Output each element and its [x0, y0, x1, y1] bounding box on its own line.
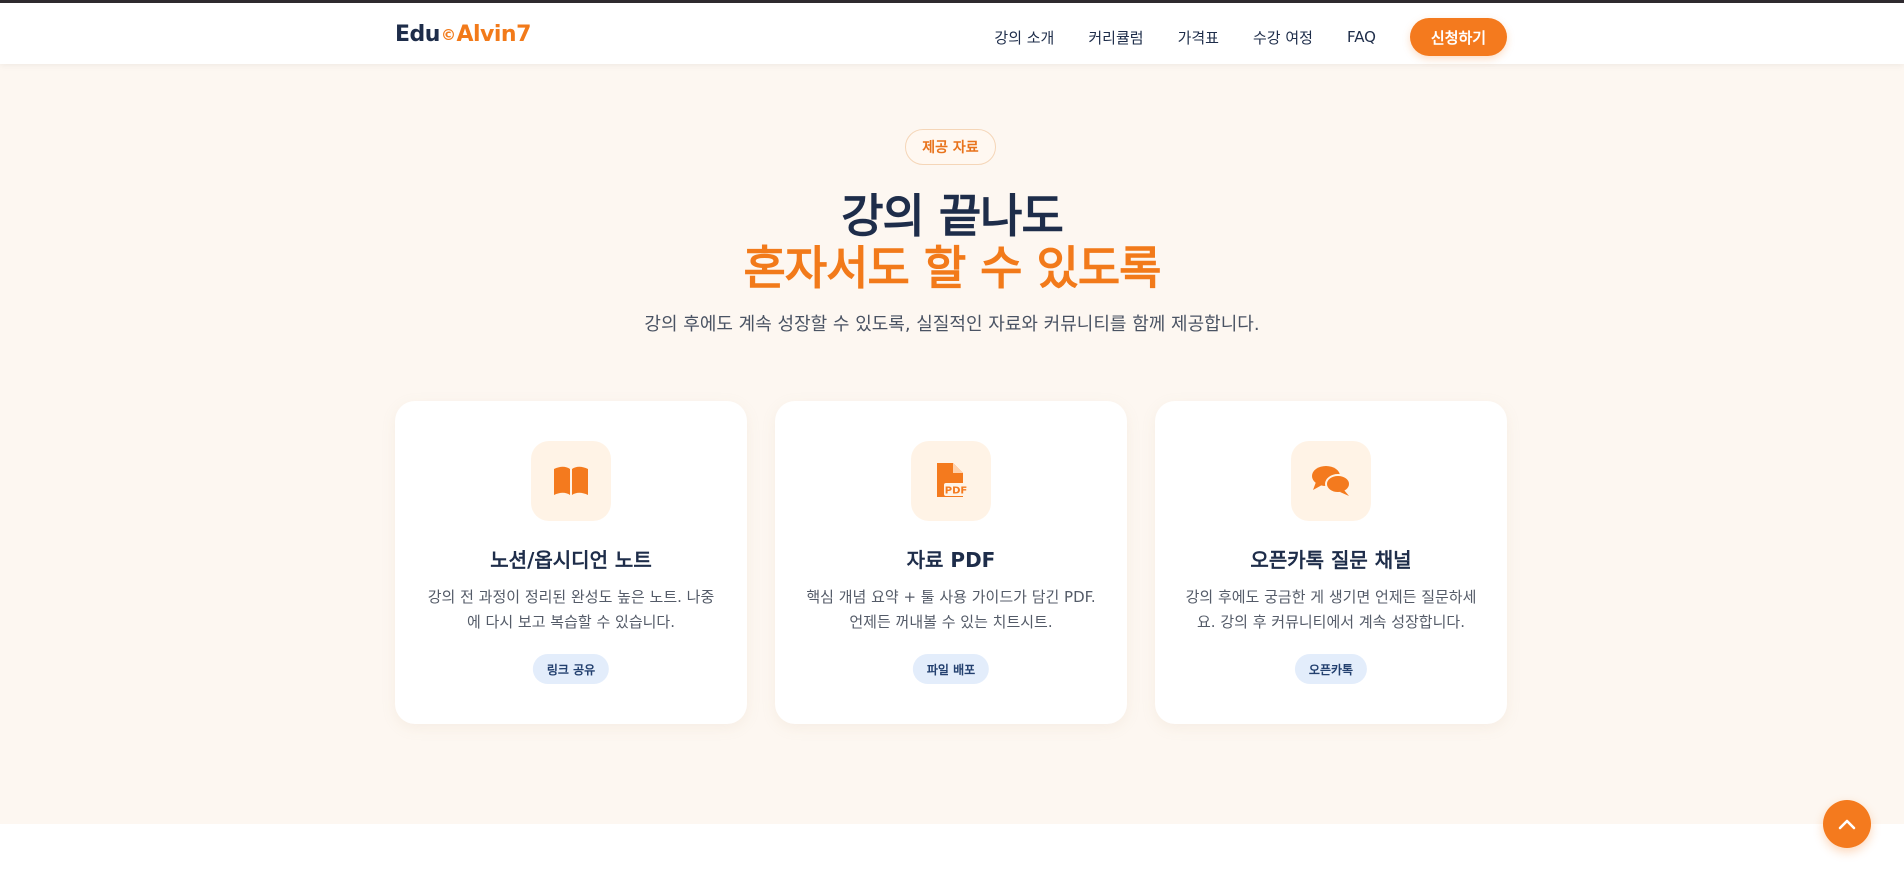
svg-text:PDF: PDF	[945, 486, 967, 497]
logo-mark: ©	[440, 25, 456, 44]
card-title: 자료 PDF	[906, 548, 996, 572]
main-nav: 강의 소개 커리큘럼 가격표 수강 여정 FAQ 신청하기	[994, 18, 1507, 56]
nav-link-intro[interactable]: 강의 소개	[994, 27, 1054, 48]
card-description-line: 강의 전 과정이 정리된 완성도 높은 노트. 나중	[427, 588, 715, 606]
resource-cards: 노션/옵시디언 노트 강의 전 과정이 정리된 완성도 높은 노트. 나중 에 …	[395, 401, 1507, 724]
card-title: 노션/옵시디언 노트	[490, 548, 652, 572]
logo-text-alvin: Alvin7	[456, 22, 531, 47]
section-badge: 제공 자료	[905, 129, 996, 165]
card-tag: 링크 공유	[532, 654, 610, 684]
chat-bubbles-icon	[1291, 441, 1371, 521]
card-description: 핵심 개념 요약 + 툴 사용 가이드가 담긴 PDF. 언제든 꺼내볼 수 있…	[805, 585, 1097, 635]
card-description: 강의 전 과정이 정리된 완성도 높은 노트. 나중 에 다시 보고 복습할 수…	[425, 585, 717, 635]
card-description-line: 에 다시 보고 복습할 수 있습니다.	[466, 613, 675, 631]
next-section	[0, 824, 1904, 877]
section-subtitle: 강의 후에도 계속 성장할 수 있도록, 실질적인 자료와 커뮤니티를 함께 제…	[644, 314, 1260, 335]
card-description-line: 강의 후에도 궁금한 게 생기면 언제든 질문하세	[1185, 588, 1477, 606]
card-description-line: 핵심 개념 요약 + 툴 사용 가이드가 담긴 PDF.	[806, 588, 1096, 606]
card-description-line: 언제든 꺼내볼 수 있는 치트시트.	[849, 613, 1053, 631]
apply-button[interactable]: 신청하기	[1410, 18, 1507, 56]
nav-link-pricing[interactable]: 가격표	[1178, 27, 1219, 48]
nav-link-journey[interactable]: 수강 여정	[1253, 27, 1313, 48]
nav-link-faq[interactable]: FAQ	[1347, 28, 1376, 46]
card-title: 오픈카톡 질문 채널	[1250, 548, 1412, 572]
nav-link-curriculum[interactable]: 커리큘럼	[1088, 27, 1143, 48]
section-title-line2: 혼자서도 할 수 있도록	[743, 241, 1162, 295]
pdf-file-icon: PDF	[911, 441, 991, 521]
chevron-up-icon	[1838, 819, 1856, 830]
top-navigation-bar: Edu © Alvin7 강의 소개 커리큘럼 가격표 수강 여정 FAQ 신청…	[0, 0, 1904, 64]
logo-text-edu: Edu	[395, 22, 440, 47]
resource-card-notes: 노션/옵시디언 노트 강의 전 과정이 정리된 완성도 높은 노트. 나중 에 …	[395, 401, 747, 724]
resource-card-pdf: PDF 자료 PDF 핵심 개념 요약 + 툴 사용 가이드가 담긴 PDF. …	[775, 401, 1127, 724]
resource-card-openchat: 오픈카톡 질문 채널 강의 후에도 궁금한 게 생기면 언제든 질문하세 요. …	[1155, 401, 1507, 724]
card-description: 강의 후에도 궁금한 게 생기면 언제든 질문하세 요. 강의 후 커뮤니티에서…	[1185, 585, 1477, 635]
card-description-line: 요. 강의 후 커뮤니티에서 계속 성장합니다.	[1197, 613, 1465, 631]
card-tag: 오픈카톡	[1294, 654, 1368, 684]
scroll-to-top-button[interactable]	[1823, 800, 1871, 848]
logo[interactable]: Edu © Alvin7	[395, 22, 531, 47]
card-tag: 파일 배포	[912, 654, 990, 684]
book-open-icon	[531, 441, 611, 521]
